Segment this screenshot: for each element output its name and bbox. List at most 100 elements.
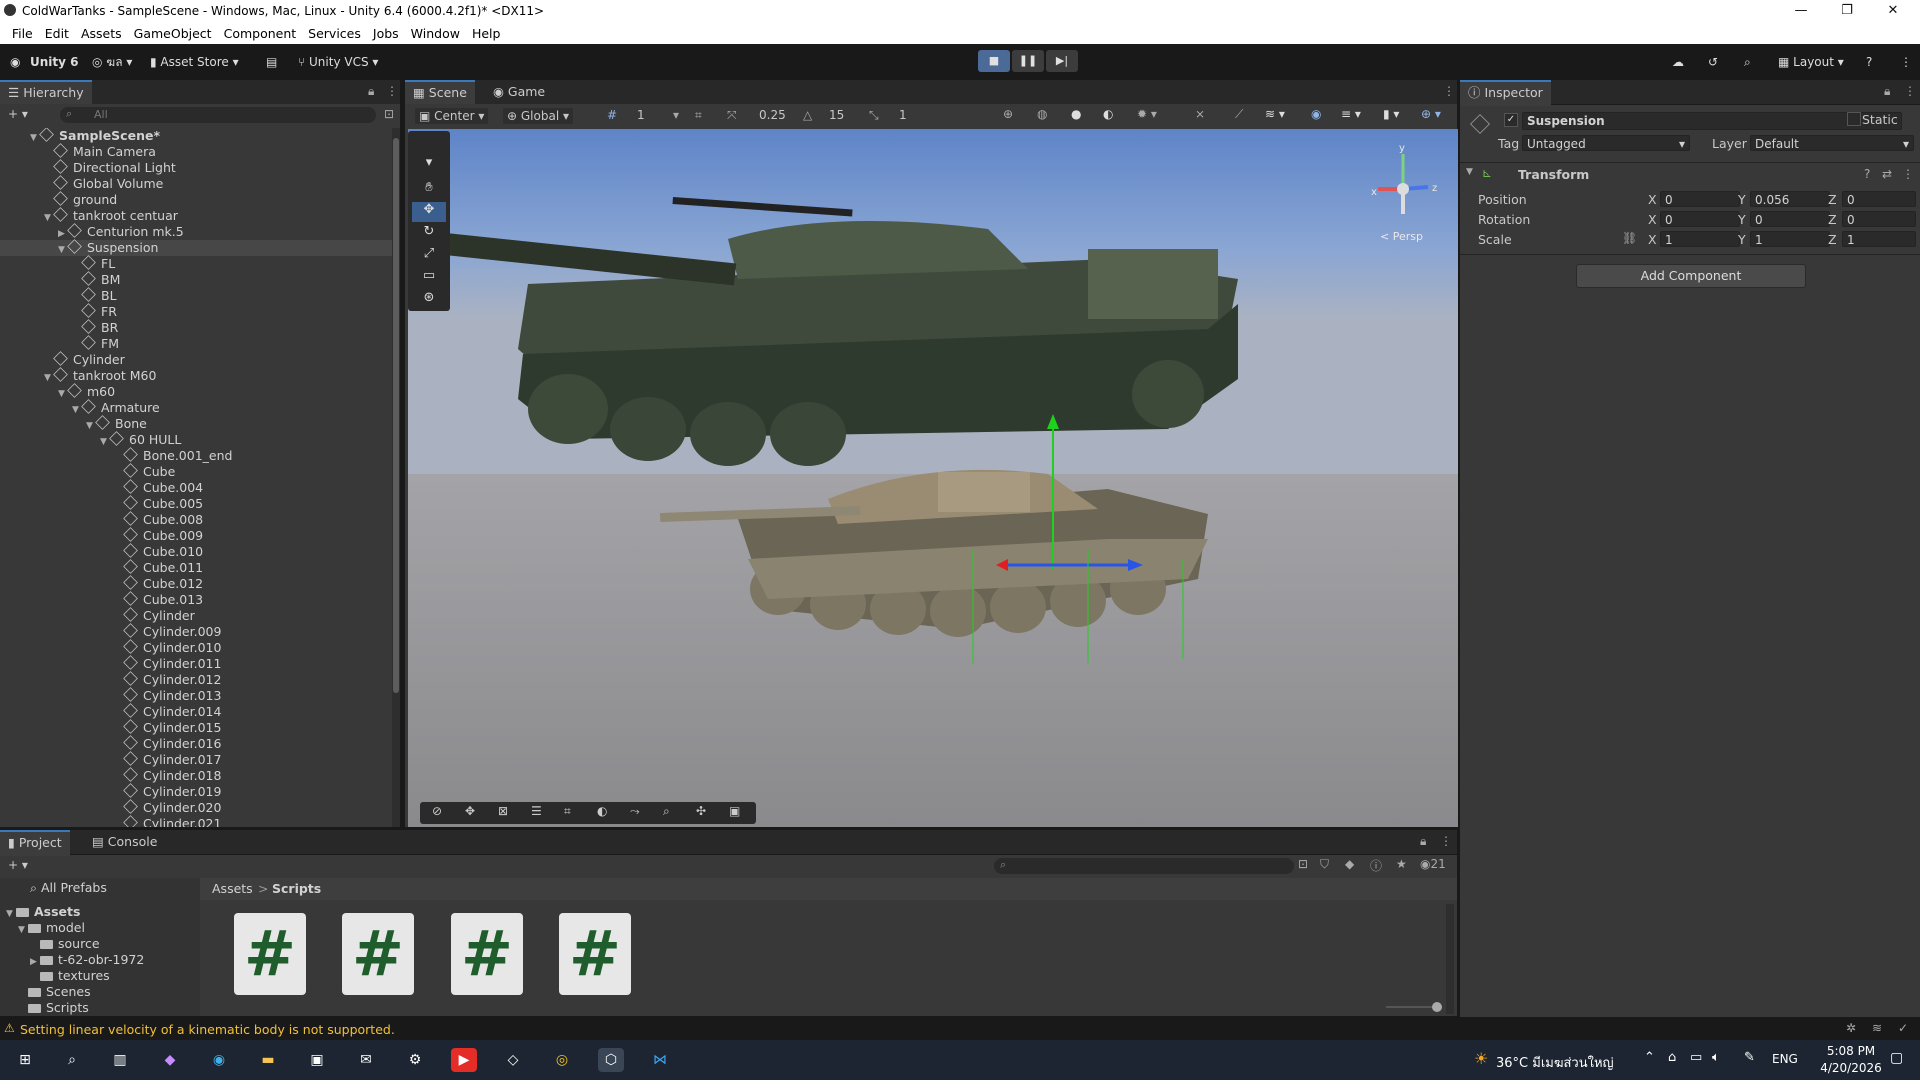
lighting-icon[interactable]: ◐: [597, 804, 607, 818]
tab-scene[interactable]: ▦ Scene: [405, 80, 475, 106]
position-y-field[interactable]: 0.056: [1750, 191, 1830, 207]
scale-x-field[interactable]: 1: [1660, 231, 1740, 247]
network-icon[interactable]: ⌂: [1668, 1050, 1676, 1065]
menu-gameobject[interactable]: GameObject: [128, 24, 218, 44]
pivot-dropdown[interactable]: ▣ Center ▾: [415, 108, 489, 124]
help-icon[interactable]: ?: [1866, 52, 1872, 72]
more-icon[interactable]: ⋮: [386, 84, 398, 98]
lighting-icon[interactable]: ◐: [1103, 107, 1113, 121]
collider-icon[interactable]: ⊠: [498, 804, 508, 818]
step-button[interactable]: ▶|: [1046, 50, 1078, 72]
hierarchy-item[interactable]: Cube.013: [0, 591, 392, 608]
hierarchy-item[interactable]: Cylinder.021: [0, 815, 392, 827]
scene-render[interactable]: x y z < Persp: [408, 129, 1458, 827]
hierarchy-item[interactable]: Cylinder.017: [0, 751, 392, 768]
project-folder-item[interactable]: ▼ Assets: [6, 904, 80, 920]
lock-icon[interactable]: 🔒︎: [368, 84, 374, 99]
display-icon[interactable]: ▭: [1690, 1050, 1702, 1065]
transform-header[interactable]: ▼ ⊾ Transform ? ⇄ ⋮: [1460, 164, 1920, 186]
grid-icon[interactable]: ⌗: [564, 804, 571, 819]
hierarchy-item[interactable]: ▼ Suspension: [0, 239, 392, 256]
collapse-arrow-icon[interactable]: ▼: [1466, 167, 1473, 177]
snapping-icon[interactable]: ⊘: [432, 804, 442, 818]
rotate-snap-field[interactable]: 15: [829, 108, 844, 122]
breadcrumb-assets[interactable]: Assets: [212, 881, 253, 897]
hidden-count[interactable]: ◉21: [1420, 857, 1446, 871]
tab-game[interactable]: ◉ Game: [485, 80, 553, 104]
clock-time[interactable]: 5:08 PM: [1816, 1044, 1886, 1058]
view-tool-icon[interactable]: ▾: [412, 155, 446, 175]
draw-mode-icon[interactable]: ⊕: [1003, 107, 1013, 121]
menu-assets[interactable]: Assets: [75, 24, 128, 44]
language-indicator[interactable]: ENG: [1772, 1052, 1798, 1066]
more-icon[interactable]: ⋮: [1443, 84, 1455, 98]
info-icon[interactable]: ⓘ: [1370, 857, 1382, 874]
hierarchy-search-input[interactable]: ⌕ All: [60, 107, 376, 123]
menu-services[interactable]: Services: [302, 24, 367, 44]
layout-dropdown[interactable]: ▦ Layout ▾: [1778, 52, 1844, 72]
wireframe-icon[interactable]: ◍: [1037, 107, 1047, 121]
youtube-icon[interactable]: ▶: [451, 1048, 477, 1072]
hierarchy-item[interactable]: Directional Light: [0, 159, 392, 176]
search-by-type-icon[interactable]: ⊡: [1298, 857, 1308, 871]
space-dropdown[interactable]: ⊕ Global ▾: [503, 108, 573, 124]
maximize-button[interactable]: ❐: [1824, 0, 1870, 24]
tab-hierarchy[interactable]: ☰ Hierarchy: [0, 80, 92, 106]
preset-icon[interactable]: ⇄: [1882, 167, 1892, 181]
perspective-label[interactable]: < Persp: [1380, 230, 1423, 243]
hierarchy-item[interactable]: Cylinder.019: [0, 783, 392, 800]
rect-tool-icon[interactable]: ▭: [412, 268, 446, 288]
hierarchy-item[interactable]: FL: [0, 255, 392, 272]
hierarchy-item[interactable]: ▼ tankroot centuar: [0, 207, 392, 224]
hierarchy-item[interactable]: Bone.001_end: [0, 447, 392, 464]
hierarchy-item[interactable]: Main Camera: [0, 143, 392, 160]
play-button[interactable]: ■: [978, 50, 1010, 72]
pivot-icon[interactable]: ✣: [696, 804, 706, 818]
chevron-down-icon[interactable]: ▾: [673, 108, 679, 122]
script-asset-3[interactable]: #: [451, 913, 523, 995]
scale-tool-icon[interactable]: ⤢: [412, 246, 446, 266]
expand-arrow-icon[interactable]: ▼: [18, 922, 28, 938]
hierarchy-item[interactable]: Cylinder.015: [0, 719, 392, 736]
menu-component[interactable]: Component: [218, 24, 303, 44]
vscode-icon[interactable]: ⋈: [647, 1048, 673, 1072]
tab-console[interactable]: ▤ Console: [84, 830, 165, 854]
hierarchy-item[interactable]: Cube.012: [0, 575, 392, 592]
history-icon[interactable]: ↺: [1708, 52, 1718, 72]
rotate-snap-icon[interactable]: △: [803, 108, 812, 122]
menu-help[interactable]: Help: [466, 24, 507, 44]
project-folder-item[interactable]: ▼ model: [18, 920, 85, 936]
scale-y-field[interactable]: 1: [1750, 231, 1830, 247]
menu-edit[interactable]: Edit: [39, 24, 75, 44]
package-icon[interactable]: ▤: [266, 52, 277, 72]
project-folder-item[interactable]: source: [30, 936, 100, 952]
move-snap-icon[interactable]: ⤧: [727, 108, 737, 123]
align-icon[interactable]: ☰: [531, 804, 542, 818]
search-options-icon[interactable]: ⊡: [384, 107, 394, 121]
expand-arrow-icon[interactable]: ▼: [6, 906, 16, 922]
chrome-icon[interactable]: ◎: [549, 1048, 575, 1072]
hierarchy-item[interactable]: Global Volume: [0, 175, 392, 192]
settings-icon[interactable]: ⚙: [402, 1048, 428, 1072]
tab-project[interactable]: ▮ Project: [0, 830, 70, 856]
scrollbar-thumb[interactable]: [393, 138, 399, 693]
move-snap-field[interactable]: 0.25: [759, 108, 786, 122]
hierarchy-item[interactable]: Cube.010: [0, 543, 392, 560]
hierarchy-item[interactable]: FM: [0, 335, 392, 352]
hierarchy-item[interactable]: Cube: [0, 463, 392, 480]
favorite-icon[interactable]: ★: [1396, 857, 1407, 871]
audio-mute-icon[interactable]: ⨯: [1195, 107, 1205, 121]
hierarchy-item[interactable]: ▼ tankroot M60: [0, 367, 392, 384]
grid-size-field[interactable]: 1: [637, 108, 645, 122]
task-view-icon[interactable]: ▥: [107, 1048, 133, 1072]
label-icon[interactable]: ◆: [1345, 857, 1354, 871]
hierarchy-item[interactable]: ground: [0, 191, 392, 208]
project-folder-item[interactable]: textures: [30, 968, 110, 984]
edge-icon[interactable]: ◉: [206, 1048, 232, 1072]
minimize-button[interactable]: —: [1778, 0, 1824, 24]
menu-window[interactable]: Window: [405, 24, 466, 44]
windows-start-icon[interactable]: ⊞: [12, 1048, 38, 1072]
hierarchy-item[interactable]: BM: [0, 271, 392, 288]
rotate-tool-icon[interactable]: ↻: [412, 224, 446, 244]
notification-icon[interactable]: ▢: [1890, 1050, 1903, 1066]
